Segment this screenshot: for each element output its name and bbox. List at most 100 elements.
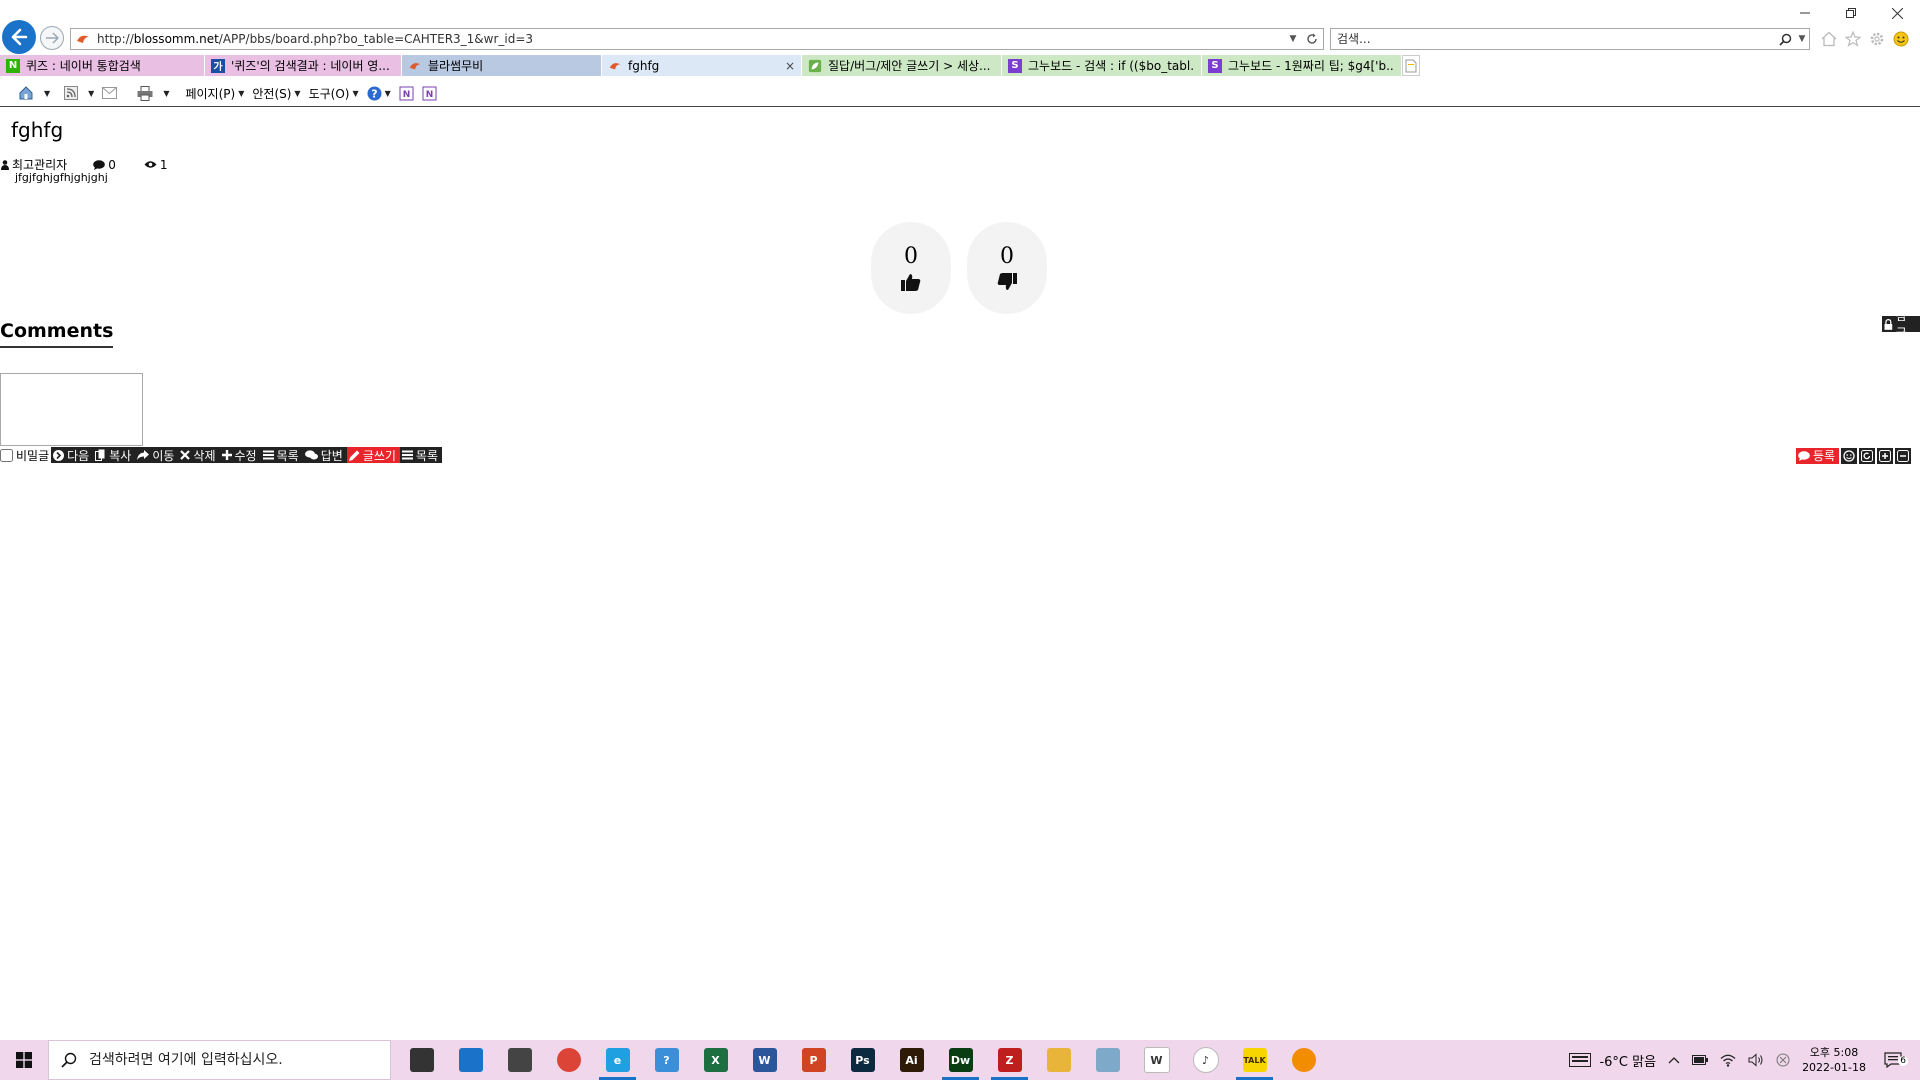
write-button[interactable]: 글쓰기 [346,447,400,463]
taskbar-app-dreamweaver[interactable]: Dw [936,1040,985,1080]
browser-tab[interactable]: N 퀴즈 : 네이버 통합검색 [0,55,205,76]
address-dropdown-button[interactable]: ▼ [1285,31,1301,47]
next-button[interactable]: 다음 [51,447,94,463]
feeds-button[interactable]: ▼ [64,86,94,100]
tray-overflow-button[interactable] [1668,1056,1680,1064]
emoticon-button[interactable] [1841,447,1858,464]
browser-search-input[interactable] [1331,31,1775,47]
taskbar-app-calculator[interactable] [495,1040,544,1080]
back-button[interactable] [2,20,36,54]
home-button[interactable] [1820,30,1838,48]
start-button[interactable] [0,1040,48,1080]
tab-close-button[interactable]: × [785,59,795,73]
search-icon [1778,33,1791,46]
dreamweaver-icon: Dw [948,1048,973,1072]
copy-button[interactable]: 복사 [93,447,136,463]
list-button[interactable]: 목록 [260,447,303,463]
feedback-button[interactable] [1892,30,1910,48]
close-window-button[interactable] [1874,0,1920,26]
shrink-textarea-button[interactable] [1895,447,1912,464]
list-button-secondary[interactable]: 목록 [399,447,442,463]
taskbar-app-chrome[interactable] [544,1040,593,1080]
browser-tab-active[interactable]: fghfg × [602,55,802,76]
move-button[interactable]: 이동 [135,447,179,463]
address-prefix: http:// [97,32,134,46]
comment-submit-button[interactable]: 등록 [1796,447,1840,464]
comment-icon [93,159,106,170]
taskbar-app-word[interactable]: W [740,1040,789,1080]
plus-icon [221,450,232,460]
refresh-button[interactable] [1301,31,1323,47]
taskbar-app-notes-app[interactable] [1083,1040,1132,1080]
taskbar-app-itunes[interactable]: ♪ [1181,1040,1230,1080]
board-action-row: 비밀글 다음 복사 이동 삭제 수정 목록 답변 글쓰기 목록 [0,447,442,463]
favorites-button[interactable] [1844,30,1862,48]
new-tab-button[interactable] [1402,55,1420,76]
mail-button[interactable] [102,87,118,99]
battery-indicator[interactable] [1692,1055,1709,1065]
taskbar-app-w-app[interactable]: W [1132,1040,1181,1080]
taskbar-search[interactable] [48,1040,391,1080]
bad-button[interactable]: 0 [967,222,1047,314]
network-indicator[interactable] [1720,1054,1736,1067]
browser-search-box[interactable]: ▼ [1330,28,1810,50]
settings-button[interactable] [1868,30,1886,48]
minimize-button[interactable] [1782,0,1828,26]
expand-textarea-button[interactable] [1877,447,1894,464]
taskbar-app-kakaotalk[interactable]: TALK [1230,1040,1279,1080]
forward-button[interactable] [40,26,64,50]
taskbar-app-excel[interactable]: X [691,1040,740,1080]
taskbar-app-powerpoint[interactable]: P [789,1040,838,1080]
restore-button[interactable] [1828,0,1874,26]
refresh-comment-button[interactable] [1859,447,1876,464]
search-icon [61,1052,77,1068]
delete-button[interactable]: 삭제 [178,447,220,463]
browser-tab[interactable]: 질답/버그/제안 글쓰기 > 세상... [802,55,1002,76]
browser-tab[interactable]: S 그누보드 - 1원짜리 팁; $g4['b... [1202,55,1402,76]
taskbar-app-photoshop[interactable]: Ps [838,1040,887,1080]
taskbar-app-file-explorer[interactable] [1034,1040,1083,1080]
taskbar-app-filezilla[interactable]: Z [985,1040,1034,1080]
comment-textarea[interactable] [0,373,143,446]
search-button[interactable] [1775,33,1795,46]
taskbar-app-orange-app[interactable] [1279,1040,1328,1080]
list-button-label: 목록 [276,448,299,463]
photoshop-icon: Ps [850,1048,875,1072]
search-dropdown-button[interactable]: ▼ [1795,34,1809,44]
secret-checkbox-wrap[interactable]: 비밀글 [0,447,49,464]
good-button[interactable]: 0 [871,222,951,314]
address-bar[interactable]: http://blossomm.net/APP/bbs/board.php?bo… [70,28,1324,50]
secret-checkbox[interactable] [0,448,13,462]
taskbar-app-help-app[interactable]: ? [642,1040,691,1080]
browser-tab[interactable]: S 그누보드 - 검색 : if (($bo_tabl... [1002,55,1202,76]
browser-tab[interactable]: 블라썸무비 [402,55,602,76]
help-menu[interactable]: ? ▼ [367,86,391,101]
ime-indicator[interactable] [1776,1053,1790,1067]
address-host: blossomm.net [133,32,219,46]
weather-widget[interactable]: -6°C 맑음 [1569,1051,1656,1070]
clock[interactable]: 오후 5:08 2022-01-18 [1802,1045,1866,1075]
leaf-icon [808,59,822,72]
taskbar-app-app-window[interactable] [446,1040,495,1080]
lock-label[interactable]: 잠금 [1882,309,1920,340]
taskbar-app-illustrator[interactable]: Ai [887,1040,936,1080]
volume-indicator[interactable] [1748,1053,1764,1067]
page-menu[interactable]: 페이지(P) ▼ [185,85,244,102]
taskbar-search-input[interactable] [87,1051,390,1069]
send-to-onenote-button[interactable]: N [422,86,437,101]
home-menu-button[interactable]: ▼ [18,85,50,101]
safety-menu[interactable]: 안전(S) ▼ [252,85,300,102]
tab-label: 그누보드 - 1원짜리 팁; $g4['b... [1228,59,1395,73]
tools-menu[interactable]: 도구(O) ▼ [309,85,359,102]
edit-button[interactable]: 수정 [219,447,261,463]
notification-center-button[interactable]: 6 [1884,1052,1908,1068]
reply-button[interactable]: 답변 [302,447,347,463]
tab-label: 질답/버그/제안 글쓰기 > 세상... [828,59,991,73]
taskbar-app-internet-explorer[interactable]: e [593,1040,642,1080]
secret-label: 비밀글 [16,448,50,463]
browser-tab[interactable]: 가 '퀴즈'의 검색결과 : 네이버 영... [205,55,402,76]
onenote-button[interactable]: N [399,86,414,101]
taskbar-app-task-view[interactable] [397,1040,446,1080]
print-button[interactable]: ▼ [137,85,169,101]
address-text[interactable]: http://blossomm.net/APP/bbs/board.php?bo… [97,32,1285,46]
